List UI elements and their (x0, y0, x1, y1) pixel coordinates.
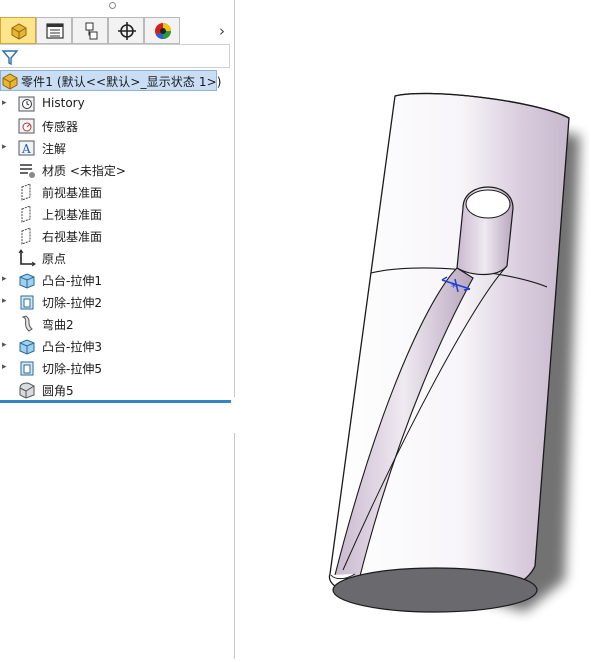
tree-item-label: 传感器 (42, 120, 79, 134)
fillet-icon (19, 382, 35, 399)
tree-root-part[interactable]: 零件1 (默认<<默认>_显示状态 1>) (0, 70, 221, 91)
property-manager-icon (46, 23, 64, 39)
tab-dimxpert[interactable] (108, 17, 144, 44)
cut-extrude-icon (20, 361, 34, 376)
plane-icon (21, 227, 31, 245)
configuration-manager-icon (85, 22, 98, 40)
boss-extrude-icon (19, 273, 35, 289)
tab-more-chevron-icon[interactable]: › (214, 22, 230, 40)
expand-arrow-icon[interactable]: ▸ (2, 295, 10, 307)
tree-item-flex2[interactable]: 弯曲2 (0, 313, 230, 335)
tree-item-material[interactable]: 材质 <未指定> (0, 159, 230, 181)
panel-grip-handle[interactable] (109, 2, 116, 9)
tree-item-label: 凸台-拉伸3 (42, 340, 102, 354)
expand-arrow-icon[interactable]: ▸ (2, 97, 10, 109)
tree-item-fillet5[interactable]: 圆角5 (0, 379, 230, 401)
annotation-icon: A (18, 140, 35, 156)
tab-feature-manager[interactable] (0, 17, 36, 44)
expand-arrow-icon[interactable]: ▸ (2, 273, 10, 285)
tree-item-label: 切除-拉伸2 (42, 296, 102, 310)
tree-item-cut-extrude2[interactable]: ▸ 切除-拉伸2 (0, 291, 230, 313)
origin-icon (18, 249, 36, 267)
expand-arrow-icon[interactable]: ▸ (2, 339, 10, 351)
dimxpert-icon (118, 22, 136, 40)
flex-icon (21, 315, 33, 332)
tree-item-label: 原点 (42, 252, 67, 266)
tree-item-label: 切除-拉伸5 (42, 362, 102, 376)
tab-property-manager[interactable] (36, 17, 72, 44)
tree-item-label: 上视基准面 (42, 208, 103, 222)
history-icon (18, 96, 35, 112)
tree-item-sensors[interactable]: 传感器 (0, 115, 230, 137)
tree-item-label: 弯曲2 (42, 318, 74, 332)
tree-item-cut-extrude5[interactable]: ▸ 切除-拉伸5 (0, 357, 230, 379)
tree-item-label: 凸台-拉伸1 (42, 274, 102, 288)
tree-item-annotations[interactable]: ▸ A 注解 (0, 137, 230, 159)
plane-icon (21, 205, 31, 223)
feature-manager-panel: › 零件1 (默认<<默认>_显示状态 1>) ▸ History 传感器 ▸ (0, 0, 235, 659)
tree-item-label: 注解 (42, 142, 67, 156)
tree-item-label: 右视基准面 (42, 230, 103, 244)
plane-icon (21, 183, 31, 201)
expand-arrow-icon[interactable]: ▸ (2, 141, 10, 153)
feature-manager-icon (11, 23, 27, 40)
manager-tabs: › (0, 15, 234, 45)
sensor-icon (18, 118, 35, 134)
svg-text:*: * (451, 281, 457, 294)
rollback-bar[interactable] (0, 400, 231, 403)
tree-item-origin[interactable]: 原点 (0, 247, 230, 269)
svg-text:A: A (21, 142, 31, 156)
tree-item-top-plane[interactable]: 上视基准面 (0, 203, 230, 225)
tree-item-label: 圆角5 (42, 384, 74, 398)
tree-item-label: History (42, 96, 85, 110)
part-icon (2, 73, 18, 90)
tree-item-right-plane[interactable]: 右视基准面 (0, 225, 230, 247)
tree-item-boss-extrude1[interactable]: ▸ 凸台-拉伸1 (0, 269, 230, 291)
boss-extrude-icon (19, 339, 35, 355)
display-manager-icon (155, 23, 171, 40)
tree-filter[interactable] (0, 44, 230, 68)
tree-item-history[interactable]: ▸ History (0, 93, 230, 115)
tab-configuration-manager[interactable] (72, 17, 108, 44)
bottom-face (332, 567, 538, 613)
tree-item-label: 前视基准面 (42, 186, 103, 200)
part-model-view[interactable]: * (235, 0, 591, 659)
tree-item-boss-extrude3[interactable]: ▸ 凸台-拉伸3 (0, 335, 230, 357)
tree-root-label: 零件1 (默认<<默认>_显示状态 1>) (21, 75, 222, 89)
tree-item-label: 材质 <未指定> (42, 164, 126, 178)
filter-icon (1, 50, 19, 66)
expand-arrow-icon[interactable]: ▸ (2, 361, 10, 373)
tab-display-manager[interactable] (144, 17, 180, 44)
material-icon (20, 164, 35, 178)
cut-extrude-icon (20, 295, 34, 310)
slot-top-rounding (465, 189, 511, 219)
tree-item-front-plane[interactable]: 前视基准面 (0, 181, 230, 203)
graphics-viewport[interactable]: * (235, 0, 591, 659)
